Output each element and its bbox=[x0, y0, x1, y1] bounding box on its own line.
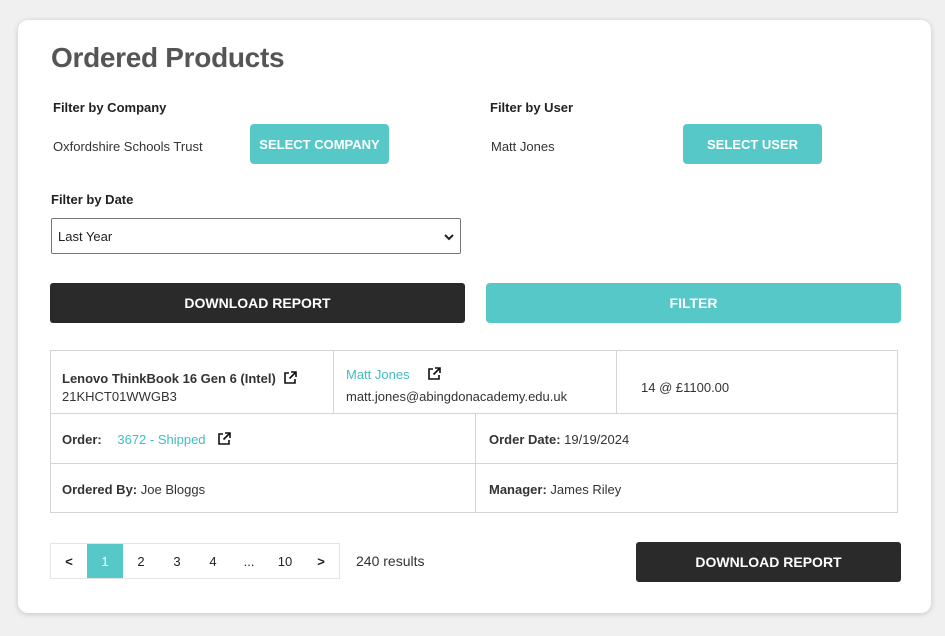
order-date-cell: Order Date: 19/19/2024 bbox=[476, 414, 897, 464]
order-table: Lenovo ThinkBook 16 Gen 6 (Intel) 21KHCT… bbox=[50, 350, 898, 513]
date-filter-selected: Last Year bbox=[58, 228, 113, 244]
product-sku: 21KHCT01WWGB3 bbox=[62, 389, 177, 404]
external-link-icon[interactable] bbox=[427, 367, 442, 384]
select-user-button[interactable]: SELECT USER bbox=[683, 124, 822, 164]
external-link-icon[interactable] bbox=[283, 371, 298, 388]
order-number-cell: Order: 3672 - Shipped bbox=[51, 414, 476, 464]
page-button-10[interactable]: 10 bbox=[267, 544, 303, 578]
pagination: < 1 2 3 4 ... 10 > bbox=[50, 543, 340, 579]
page-button-4[interactable]: 4 bbox=[195, 544, 231, 578]
user-filter-label: Filter by User bbox=[490, 100, 574, 115]
ordered-by-label: Ordered By: bbox=[62, 482, 138, 497]
manager-cell: Manager: James Riley bbox=[476, 464, 897, 512]
order-date-value: 19/19/2024 bbox=[564, 432, 630, 447]
download-report-button[interactable]: DOWNLOAD REPORT bbox=[50, 283, 465, 323]
page-title: Ordered Products bbox=[51, 42, 285, 73]
quantity-price: 14 @ £1100.00 bbox=[641, 380, 730, 395]
ordered-by-cell: Ordered By: Joe Bloggs bbox=[51, 464, 476, 512]
prev-page-button[interactable]: < bbox=[51, 544, 87, 578]
page-button-2[interactable]: 2 bbox=[123, 544, 159, 578]
filter-button[interactable]: FILTER bbox=[486, 283, 901, 323]
user-email: matt.jones@abingdonacademy.edu.uk bbox=[346, 389, 568, 404]
product-cell: Lenovo ThinkBook 16 Gen 6 (Intel) 21KHCT… bbox=[51, 351, 334, 414]
chevron-down-icon bbox=[444, 229, 454, 244]
date-filter-select[interactable]: Last Year bbox=[51, 218, 461, 254]
ordered-by-value: Joe Bloggs bbox=[140, 482, 206, 497]
select-company-button[interactable]: SELECT COMPANY bbox=[250, 124, 389, 164]
next-page-button[interactable]: > bbox=[303, 544, 339, 578]
user-cell: Matt Jones matt.jones@abingdonacademy.ed… bbox=[334, 351, 617, 414]
manager-label: Manager: bbox=[489, 482, 547, 497]
user-filter-value: Matt Jones bbox=[491, 139, 555, 154]
page-button-1[interactable]: 1 bbox=[87, 544, 123, 578]
order-label: Order: bbox=[62, 432, 102, 447]
order-date-label: Order Date: bbox=[489, 432, 561, 447]
results-count: 240 results bbox=[356, 553, 425, 569]
download-report-bottom-button[interactable]: DOWNLOAD REPORT bbox=[636, 542, 901, 582]
ordered-products-card: Ordered Products Filter by Company Oxfor… bbox=[18, 20, 931, 613]
company-filter-value: Oxfordshire Schools Trust bbox=[53, 139, 203, 154]
user-name-link[interactable]: Matt Jones bbox=[346, 367, 410, 382]
product-name: Lenovo ThinkBook 16 Gen 6 (Intel) bbox=[62, 371, 276, 386]
order-status-link[interactable]: 3672 - Shipped bbox=[117, 432, 205, 447]
quantity-cell: 14 @ £1100.00 bbox=[617, 351, 897, 414]
external-link-icon[interactable] bbox=[217, 432, 231, 449]
manager-value: James Riley bbox=[550, 482, 622, 497]
date-filter-label: Filter by Date bbox=[51, 192, 134, 207]
company-filter-label: Filter by Company bbox=[53, 100, 167, 115]
page-button-3[interactable]: 3 bbox=[159, 544, 195, 578]
page-ellipsis: ... bbox=[231, 544, 267, 578]
